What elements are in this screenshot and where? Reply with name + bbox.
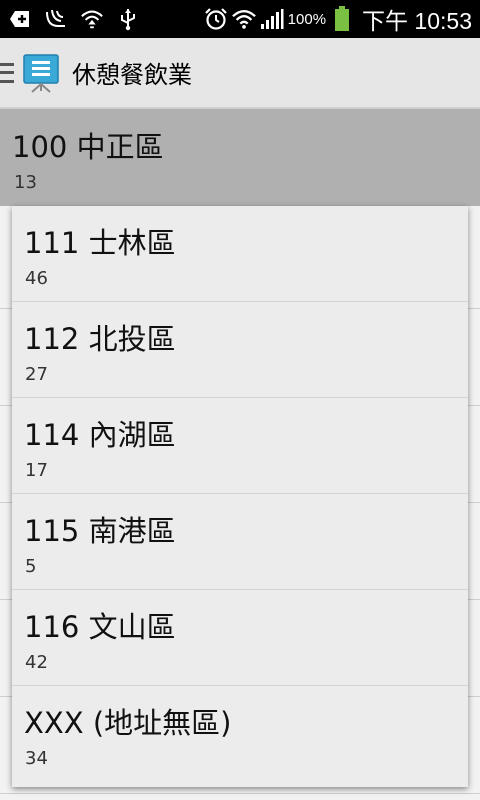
drawer-menu-icon[interactable]	[0, 62, 16, 83]
clock: 下午 10:53	[362, 8, 472, 34]
dropdown-item[interactable]: 112 北投區 27	[12, 302, 468, 398]
presentation-board-icon[interactable]	[22, 53, 60, 93]
dropdown-item[interactable]: 114 內湖區 17	[12, 398, 468, 494]
dropdown-item-title: XXX (地址無區)	[24, 706, 232, 740]
page-title: 休憩餐飲業	[72, 61, 192, 89]
dropdown-item-title: 114 內湖區	[24, 418, 176, 452]
list-divider	[0, 793, 480, 794]
dropdown-item-count: 17	[25, 460, 48, 481]
alarm-icon	[204, 7, 228, 31]
signal-icon	[260, 7, 284, 31]
wifi-upload-icon	[80, 7, 104, 31]
wifi-icon	[231, 7, 256, 31]
selected-district-count: 13	[14, 172, 37, 193]
battery-percent: 100%	[287, 10, 327, 28]
dropdown-item-title: 116 文山區	[24, 610, 176, 644]
dropdown-item-count: 34	[25, 748, 48, 769]
battery-icon	[330, 6, 354, 31]
selected-district-row[interactable]: 100 中正區 13	[0, 109, 480, 206]
add-notification-icon	[8, 7, 32, 31]
dropdown-item-count: 42	[25, 652, 48, 673]
selected-district-title: 100 中正區	[12, 130, 164, 164]
dropdown-item-count: 5	[25, 556, 37, 577]
dropdown-item[interactable]: 115 南港區 5	[12, 494, 468, 590]
dropdown-item-count: 46	[25, 268, 48, 289]
dropdown-item-title: 111 士林區	[24, 226, 176, 260]
dropdown-item[interactable]: 111 士林區 46	[12, 206, 468, 302]
district-dropdown-popup: 111 士林區 46 112 北投區 27 114 內湖區 17 115 南港區…	[12, 206, 468, 787]
kik-icon	[44, 7, 68, 31]
usb-icon	[116, 7, 140, 31]
dropdown-item-count: 27	[25, 364, 48, 385]
dropdown-item[interactable]: 116 文山區 42	[12, 590, 468, 686]
dropdown-item-title: 115 南港區	[24, 514, 176, 548]
dropdown-item[interactable]: XXX (地址無區) 34	[12, 686, 468, 787]
dropdown-item-title: 112 北投區	[24, 322, 176, 356]
status-bar: 100% 下午 10:53	[0, 0, 480, 38]
action-bar: 休憩餐飲業	[0, 38, 480, 109]
